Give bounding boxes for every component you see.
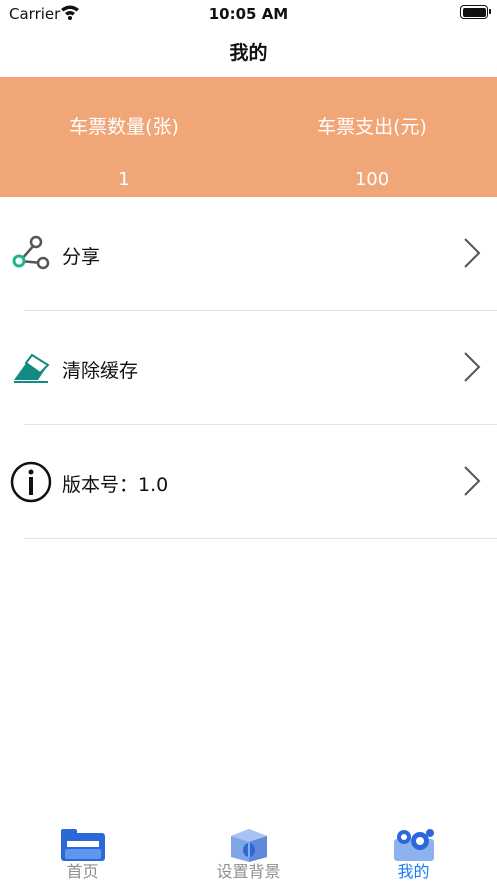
status-bar: Carrier 10:05 AM: [0, 0, 497, 26]
menu-item-clear-cache-label: 清除缓存: [62, 360, 139, 382]
ticket-count-stat: 车票数量(张) 1: [0, 77, 248, 197]
menu-item-version-label: 版本号：1.0: [62, 474, 169, 496]
menu-item-version[interactable]: 版本号：1.0: [0, 425, 497, 539]
tab-mine[interactable]: 我的: [331, 821, 496, 883]
ticket-expense-value: 100: [354, 169, 390, 190]
info-icon: [10, 461, 52, 503]
menu-item-clear-cache[interactable]: 清除缓存: [0, 311, 497, 425]
eraser-icon: [14, 353, 50, 383]
chevron-right-icon: [464, 238, 481, 268]
ticket-count-label: 车票数量(张): [69, 116, 179, 138]
clock: 10:05 AM: [208, 5, 289, 23]
chevron-right-icon: [464, 466, 481, 496]
tab-mine-label: 我的: [397, 862, 430, 881]
chevron-right-icon: [464, 352, 481, 382]
ticket-expense-label: 车票支出(元): [317, 116, 427, 138]
ticket-count-value: 1: [118, 169, 130, 190]
menu-item-share[interactable]: 分享: [0, 197, 497, 311]
menu-item-share-label: 分享: [62, 246, 101, 268]
page-title: 我的: [229, 42, 268, 64]
share-icon: [12, 235, 50, 270]
divider: [24, 538, 497, 539]
tab-home[interactable]: 首页: [0, 821, 165, 883]
tab-home-label: 首页: [66, 862, 99, 881]
ticket-expense-stat: 车票支出(元) 100: [248, 77, 496, 197]
tab-bar: 首页 设置背景 我的: [0, 821, 497, 883]
battery-icon: [460, 5, 491, 19]
tab-set-background[interactable]: 设置背景: [166, 821, 331, 883]
tab-set-background-label: 设置背景: [216, 862, 281, 881]
ticket-stats-panel: 车票数量(张) 1 车票支出(元) 100: [0, 77, 497, 197]
